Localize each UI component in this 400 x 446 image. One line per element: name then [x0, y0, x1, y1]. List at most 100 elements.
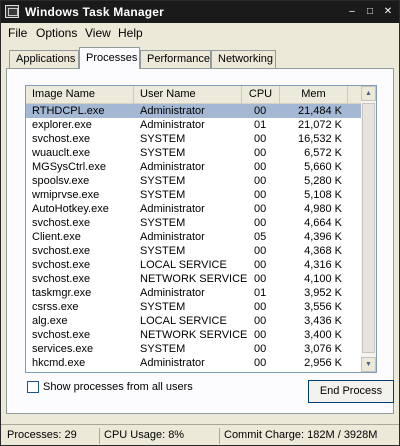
tab-strip: Applications Processes Performance Netwo…	[1, 43, 399, 69]
process-image-name: svchost.exe	[32, 245, 91, 257]
process-cpu: 01	[254, 287, 267, 299]
process-row[interactable]: taskmgr.exe Administrator 01 3,952 K	[26, 286, 362, 300]
process-mem-usage: 21,072 K	[297, 119, 342, 131]
process-row[interactable]: RTHDCPL.exe Administrator 00 21,484 K	[26, 104, 362, 118]
process-mem-usage: 4,664 K	[304, 217, 342, 229]
process-row[interactable]: alg.exe LOCAL SERVICE 00 3,436 K	[26, 314, 362, 328]
process-row[interactable]: hkcmd.exe Administrator 00 2,956 K	[26, 356, 362, 370]
scroll-up-arrow-icon[interactable]: ▲	[361, 86, 376, 101]
process-image-name: svchost.exe	[32, 259, 91, 271]
process-user-name: Administrator	[140, 287, 205, 299]
process-image-name: services.exe	[32, 343, 94, 355]
process-user-name: LOCAL SERVICE	[140, 259, 227, 271]
process-cpu: 00	[254, 133, 267, 145]
process-row[interactable]: MGSysCtrl.exe Administrator 00 5,660 K	[26, 160, 362, 174]
process-mem-usage: 4,100 K	[304, 273, 342, 285]
process-row[interactable]: svchost.exe SYSTEM 00 4,664 K	[26, 216, 362, 230]
tab-performance[interactable]: Performance	[140, 50, 211, 69]
process-cpu: 00	[254, 343, 267, 355]
menu-view[interactable]: View	[85, 26, 111, 40]
process-user-name: Administrator	[140, 231, 205, 243]
menu-file[interactable]: File	[8, 26, 27, 40]
process-row[interactable]: AutoHotkey.exe Administrator 00 4,980 K	[26, 202, 362, 216]
tab-applications-label: Applications	[16, 53, 76, 65]
process-mem-usage: 3,400 K	[304, 329, 342, 341]
process-row[interactable]: svchost.exe SYSTEM 00 4,368 K	[26, 244, 362, 258]
process-mem-usage: 2,956 K	[304, 357, 342, 369]
process-cpu: 00	[254, 259, 267, 271]
column-header-row: Image Name User Name CPU Mem Usage	[26, 86, 362, 117]
process-cpu: 00	[254, 161, 267, 173]
menu-bar: File Options View Help	[1, 23, 399, 43]
close-button[interactable]: ✕	[381, 5, 395, 18]
maximize-button[interactable]: □	[363, 5, 377, 18]
title-bar[interactable]: Windows Task Manager – □ ✕	[1, 1, 399, 23]
process-cpu: 00	[254, 189, 267, 201]
end-process-button[interactable]: End Process	[308, 380, 394, 403]
minimize-button[interactable]: –	[345, 5, 359, 18]
process-cpu: 00	[254, 217, 267, 229]
process-user-name: NETWORK SERVICE	[140, 329, 248, 341]
process-image-name: hkcmd.exe	[32, 357, 86, 369]
tab-processes[interactable]: Processes	[79, 47, 140, 69]
process-row[interactable]: wmiprvse.exe SYSTEM 00 5,108 K	[26, 188, 362, 202]
process-image-name: csrss.exe	[32, 301, 79, 313]
process-cpu: 05	[254, 231, 267, 243]
process-cpu: 00	[254, 105, 267, 117]
process-row[interactable]: services.exe SYSTEM 00 3,076 K	[26, 342, 362, 356]
process-mem-usage: 6,572 K	[304, 147, 342, 159]
process-user-name: Administrator	[140, 357, 205, 369]
menu-help[interactable]: Help	[118, 26, 143, 40]
show-all-users-label: Show processes from all users	[43, 381, 193, 393]
process-row[interactable]: explorer.exe Administrator 01 21,072 K	[26, 118, 362, 132]
process-mem-usage: 4,368 K	[304, 245, 342, 257]
process-user-name: SYSTEM	[140, 343, 186, 355]
process-mem-usage: 3,556 K	[304, 301, 342, 313]
process-cpu: 01	[254, 119, 267, 131]
scroll-down-arrow-icon[interactable]: ▼	[361, 357, 376, 372]
process-list[interactable]: Image Name User Name CPU Mem Usage RTHDC…	[25, 85, 377, 373]
menu-options[interactable]: Options	[36, 26, 77, 40]
process-image-name: MGSysCtrl.exe	[32, 161, 106, 173]
process-image-name: wmiprvse.exe	[32, 189, 100, 201]
process-user-name: Administrator	[140, 161, 205, 173]
process-row[interactable]: spoolsv.exe SYSTEM 00 5,280 K	[26, 174, 362, 188]
process-cpu: 00	[254, 315, 267, 327]
process-user-name: LOCAL SERVICE	[140, 315, 227, 327]
scrollbar-thumb[interactable]	[362, 103, 375, 353]
process-image-name: taskmgr.exe	[32, 287, 92, 299]
process-row[interactable]: svchost.exe NETWORK SERVICE 00 4,100 K	[26, 272, 362, 286]
process-image-name: svchost.exe	[32, 273, 91, 285]
process-row[interactable]: svchost.exe SYSTEM 00 16,532 K	[26, 132, 362, 146]
process-cpu: 00	[254, 203, 267, 215]
show-all-users-checkbox[interactable]	[27, 381, 39, 393]
process-row[interactable]: svchost.exe NETWORK SERVICE 00 3,400 K	[26, 328, 362, 342]
column-cpu[interactable]: CPU	[242, 86, 280, 104]
process-mem-usage: 4,396 K	[304, 231, 342, 243]
process-cpu: 00	[254, 175, 267, 187]
tab-networking[interactable]: Networking	[211, 50, 276, 69]
task-manager-icon	[5, 5, 19, 18]
process-user-name: SYSTEM	[140, 245, 186, 257]
vertical-scrollbar[interactable]: ▲ ▼	[361, 86, 376, 372]
process-cpu: 00	[254, 245, 267, 257]
status-bar: Processes: 29 CPU Usage: 8% Commit Charg…	[1, 424, 399, 445]
process-image-name: AutoHotkey.exe	[32, 203, 109, 215]
process-row[interactable]: wuauclt.exe SYSTEM 00 6,572 K	[26, 146, 362, 160]
tab-applications[interactable]: Applications	[9, 50, 79, 69]
process-row[interactable]: csrss.exe SYSTEM 00 3,556 K	[26, 300, 362, 314]
process-user-name: Administrator	[140, 105, 205, 117]
process-row[interactable]: Client.exe Administrator 05 4,396 K	[26, 230, 362, 244]
process-mem-usage: 5,108 K	[304, 189, 342, 201]
column-image-name[interactable]: Image Name	[26, 86, 134, 104]
process-rows: RTHDCPL.exe Administrator 00 21,484 Kexplor…	[26, 104, 362, 370]
column-mem-usage[interactable]: Mem Usage	[280, 86, 348, 117]
process-user-name: SYSTEM	[140, 175, 186, 187]
process-mem-usage: 16,532 K	[297, 133, 342, 145]
window-title: Windows Task Manager	[25, 5, 165, 19]
process-mem-usage: 3,436 K	[304, 315, 342, 327]
process-row[interactable]: svchost.exe LOCAL SERVICE 00 4,316 K	[26, 258, 362, 272]
process-image-name: svchost.exe	[32, 217, 91, 229]
column-user-name[interactable]: User Name	[134, 86, 242, 104]
process-cpu: 00	[254, 329, 267, 341]
